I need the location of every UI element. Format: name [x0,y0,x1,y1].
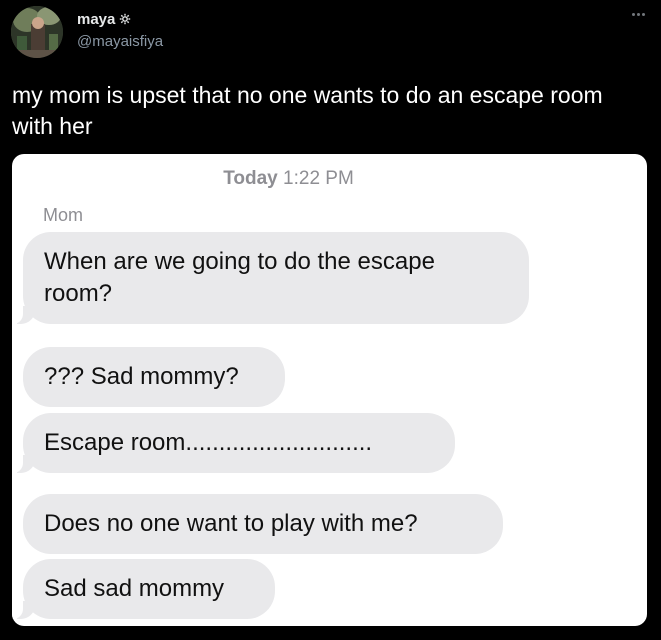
message-text: Escape room............................ [44,429,373,456]
tweet: maya @mayaisfiya my mom is upset that no… [0,0,661,640]
user-handle[interactable]: @mayaisfiya [77,33,163,50]
message-bubble: When are we going to do the escape room? [12,232,529,324]
dot [631,12,635,16]
timestamp-day: Today [223,168,278,189]
author-info: maya @mayaisfiya [77,10,163,51]
tweet-text: my mom is upset that no one wants to do … [12,82,603,139]
avatar[interactable] [11,6,63,58]
message-text: Sad sad mommy [44,575,225,602]
display-name[interactable]: maya [77,11,115,28]
tweet-media-image[interactable]: Today 1:22 PM Mom When are we going to d… [12,154,647,626]
message-bubble: Sad sad mommy [12,559,275,619]
message-text: When are we going to do the escape room? [44,248,435,307]
message-text: Does no one want to play with me? [44,510,418,537]
timestamp-time: 1:22 PM [283,168,354,189]
message-text: ??? Sad mommy? [44,363,239,390]
message-timestamp: Today 1:22 PM [12,168,565,190]
display-name-row: maya [77,10,163,28]
dot [636,12,640,16]
dot [641,12,645,16]
message-bubble: ??? Sad mommy? [23,347,285,407]
message-bubble: Does no one want to play with me? [23,494,503,554]
sender-name: Mom [43,205,83,225]
gear-badge-icon [119,13,131,25]
more-horizontal-icon[interactable] [627,8,649,20]
message-bubble: Escape room............................ [12,413,455,473]
